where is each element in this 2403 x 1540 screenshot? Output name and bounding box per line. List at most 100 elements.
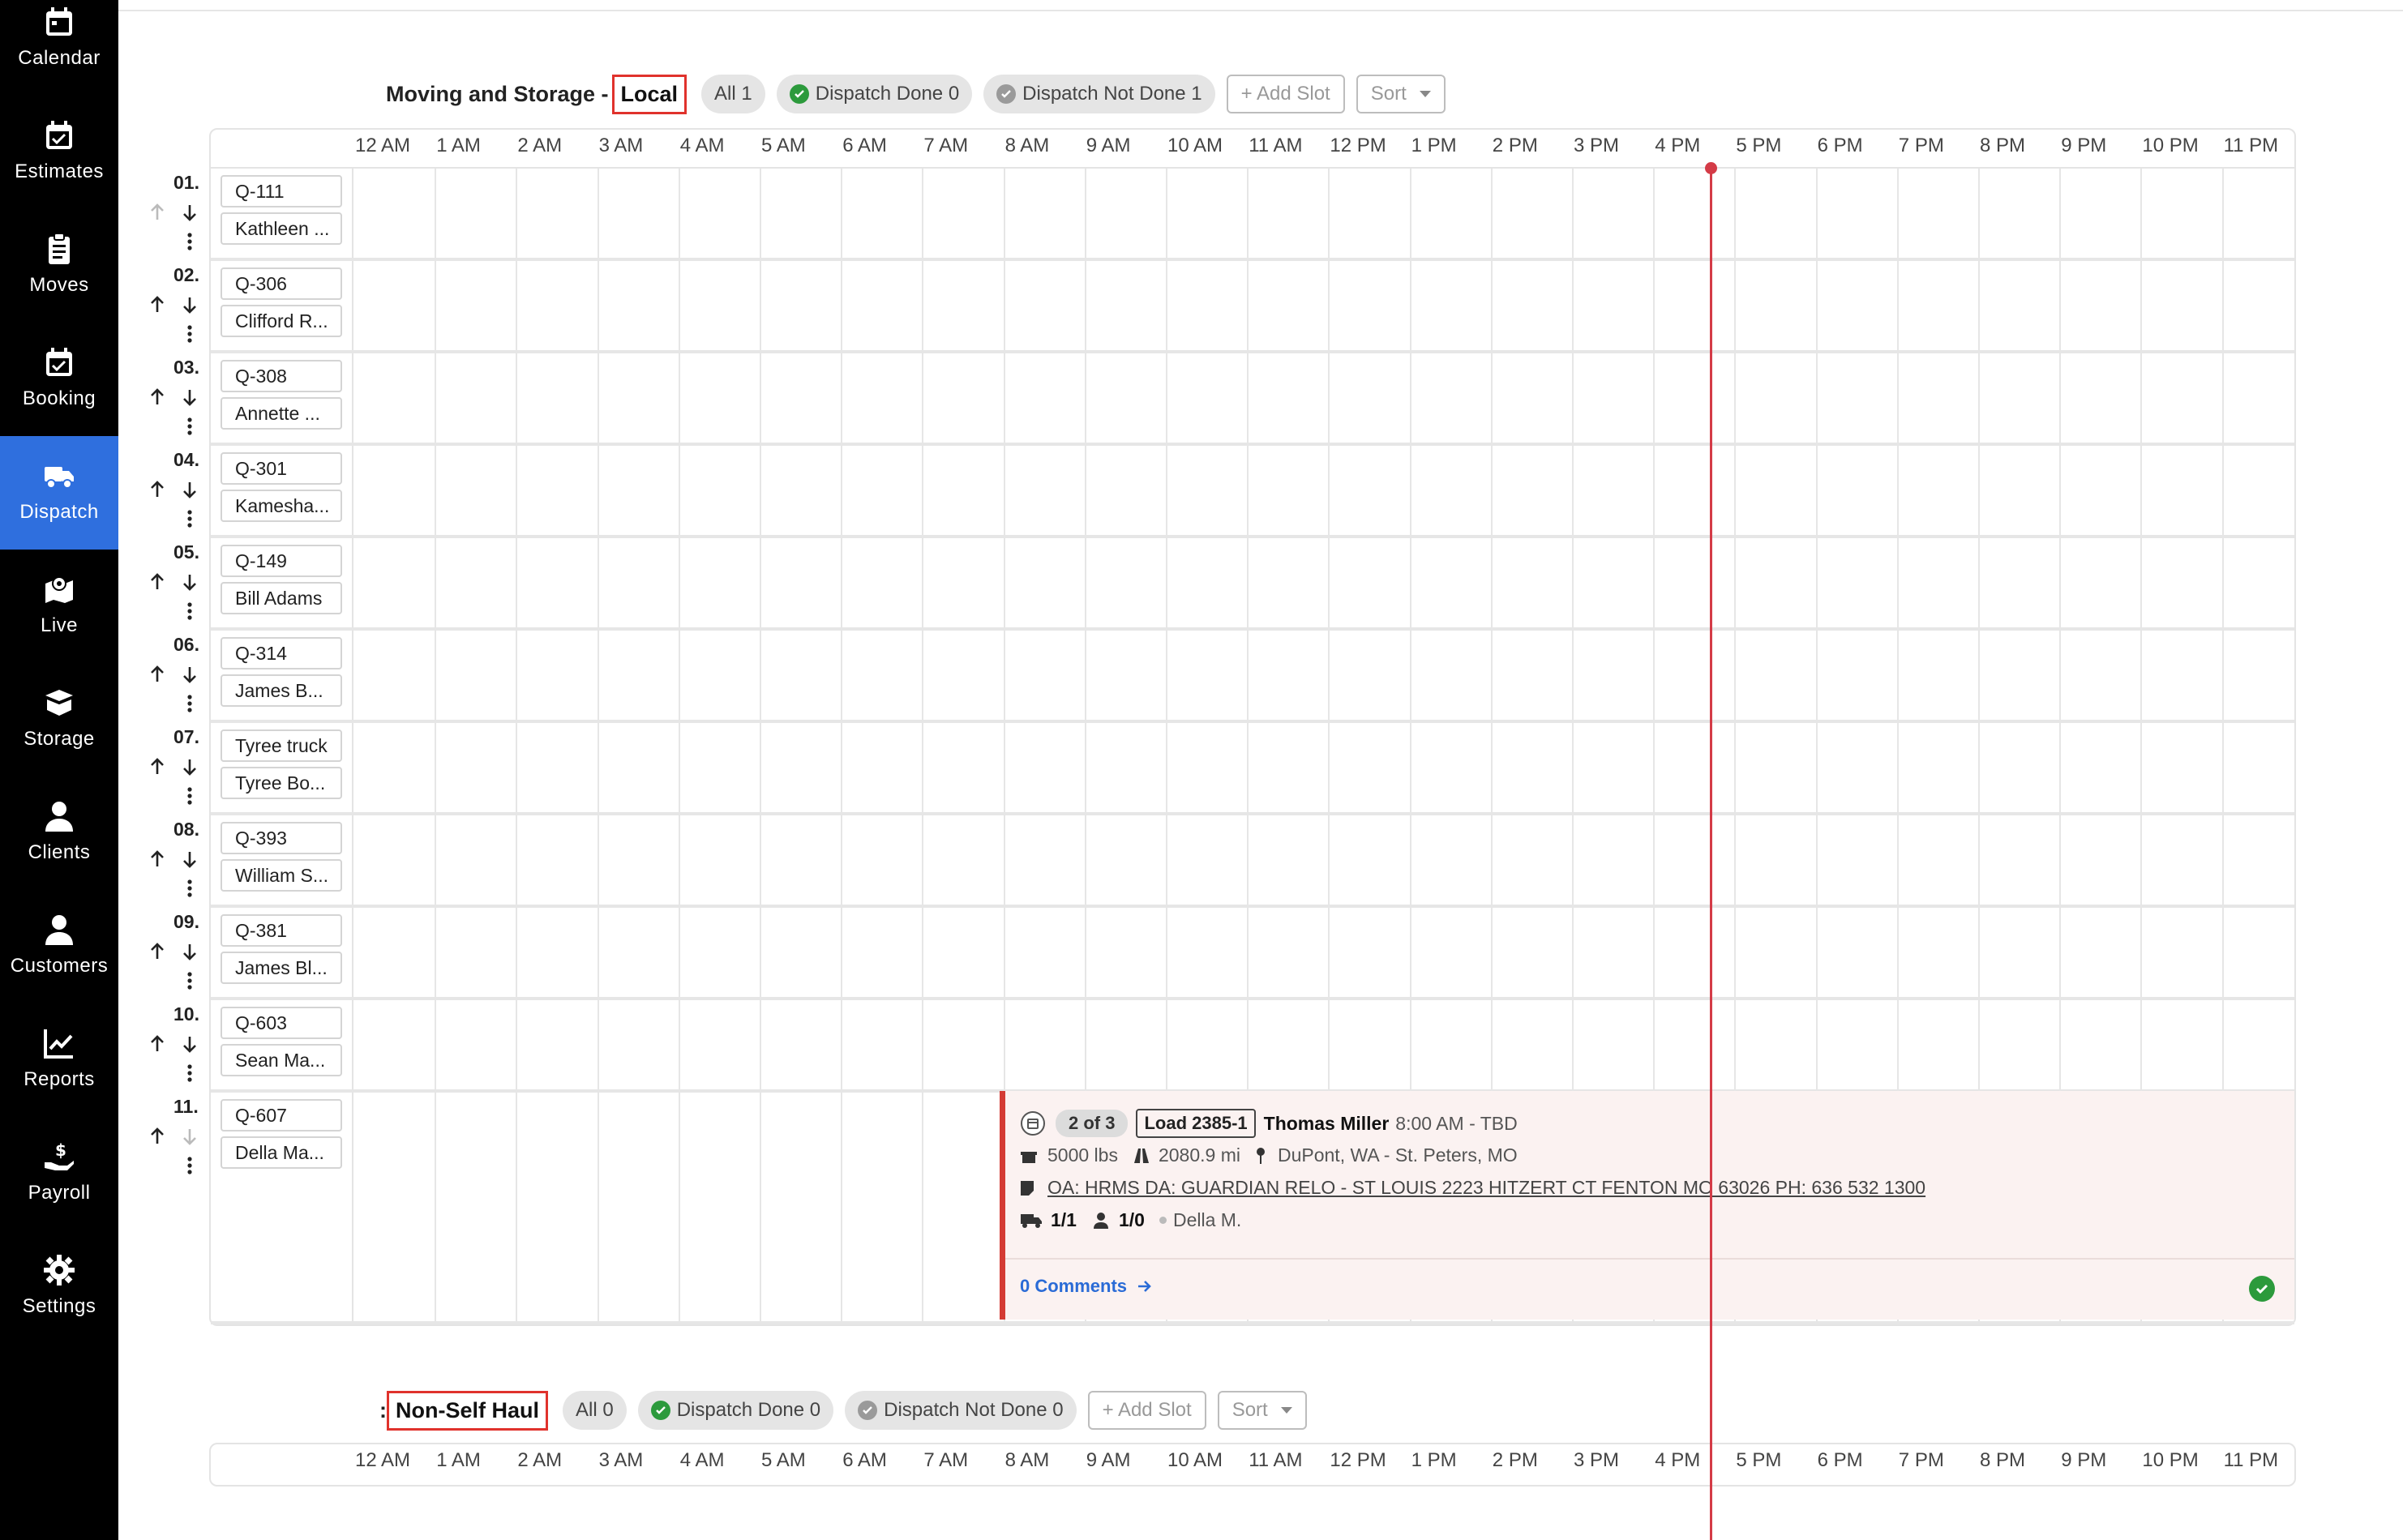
dispatch-done-check-icon[interactable]	[2249, 1276, 2275, 1302]
nav-item-clients[interactable]: Clients	[0, 776, 118, 890]
crew-tag[interactable]: Bill Adams	[221, 582, 342, 614]
load-number[interactable]: Load 2385-1	[1136, 1109, 1256, 1138]
move-down-icon[interactable]	[178, 293, 201, 316]
truck-tag[interactable]: Q-381	[221, 914, 342, 947]
nav-item-booking[interactable]: Booking	[0, 323, 118, 436]
move-up-icon[interactable]	[146, 755, 169, 778]
crew-tag[interactable]: Kathleen ...	[221, 212, 342, 245]
add-slot-button[interactable]: + Add Slot	[1226, 75, 1345, 113]
more-options-icon[interactable]	[178, 877, 201, 900]
filter-dispatch-not-done-chip[interactable]: Dispatch Not Done 1	[983, 75, 1215, 113]
truck-tag[interactable]: Q-393	[221, 822, 342, 854]
hour-gridline	[1815, 908, 1818, 997]
truck-tag[interactable]: Q-607	[221, 1099, 342, 1131]
hour-gridline	[1653, 631, 1656, 720]
job-note[interactable]: OA: HRMS DA: GUARDIAN RELO - ST LOUIS 22…	[1047, 1177, 1925, 1199]
sort-dropdown[interactable]: Sort	[1356, 75, 1446, 113]
current-time-line	[1710, 167, 1712, 1540]
nav-item-moves[interactable]: Moves	[0, 209, 118, 323]
more-options-icon[interactable]	[178, 323, 201, 345]
more-options-icon[interactable]	[178, 507, 201, 530]
hour-gridline	[2059, 538, 2062, 627]
more-options-icon[interactable]	[178, 1154, 201, 1177]
move-up-icon[interactable]	[146, 1125, 169, 1148]
nav-label: Booking	[22, 387, 96, 409]
more-options-icon[interactable]	[178, 969, 201, 992]
nav-item-payroll[interactable]: $ Payroll	[0, 1117, 118, 1230]
truck-tag[interactable]: Q-149	[221, 545, 342, 577]
hour-gridline	[760, 723, 761, 812]
top-border	[118, 0, 2403, 11]
more-options-icon[interactable]	[178, 785, 201, 807]
truck-tag[interactable]: Q-301	[221, 452, 342, 485]
nav-item-settings[interactable]: Settings	[0, 1230, 118, 1344]
move-down-icon[interactable]	[178, 940, 201, 963]
move-down-icon	[178, 1125, 201, 1148]
filter-all-chip[interactable]: All 0	[563, 1391, 627, 1430]
more-options-icon[interactable]	[178, 230, 201, 253]
move-down-icon[interactable]	[178, 571, 201, 593]
truck-tag[interactable]: Q-306	[221, 267, 342, 300]
hour-gridline	[597, 446, 599, 535]
hour-gridline	[1490, 908, 1493, 997]
filter-dispatch-not-done-chip[interactable]: Dispatch Not Done 0	[845, 1391, 1077, 1430]
filter-dispatch-done-chip[interactable]: Dispatch Done 0	[776, 75, 973, 113]
move-down-icon[interactable]	[178, 386, 201, 409]
hour-gridline	[1490, 353, 1493, 443]
filter-dispatch-done-chip[interactable]: Dispatch Done 0	[637, 1391, 834, 1430]
crew-tag[interactable]: Annette ...	[221, 397, 342, 430]
crew-tag[interactable]: Kamesha...	[221, 490, 342, 522]
more-options-icon[interactable]	[178, 1062, 201, 1084]
hour-gridline	[1166, 1000, 1167, 1089]
crew-tag[interactable]: Tyree Bo...	[221, 767, 342, 799]
truck-tag[interactable]: Q-603	[221, 1007, 342, 1039]
crew-tag[interactable]: James Bl...	[221, 952, 342, 984]
more-options-icon[interactable]	[178, 692, 201, 715]
nav-item-live[interactable]: Live	[0, 550, 118, 663]
truck-tag[interactable]: Q-308	[221, 360, 342, 392]
slot-info: Q-308 Annette ...	[211, 353, 353, 443]
move-up-icon[interactable]	[146, 663, 169, 686]
more-options-icon[interactable]	[178, 600, 201, 622]
add-slot-button[interactable]: + Add Slot	[1087, 1391, 1206, 1430]
move-down-icon[interactable]	[178, 848, 201, 871]
hour-gridline	[2140, 1000, 2143, 1089]
move-up-icon[interactable]	[146, 940, 169, 963]
truck-tag[interactable]: Q-111	[221, 175, 342, 207]
nav-item-customers[interactable]: Customers	[0, 890, 118, 1003]
road-icon	[1133, 1148, 1149, 1163]
crew-tag[interactable]: William S...	[221, 859, 342, 892]
nav-item-dispatch[interactable]: Dispatch	[0, 436, 118, 550]
hour-label: 3 PM	[1574, 135, 1620, 156]
move-down-icon[interactable]	[178, 201, 201, 224]
crew-tag[interactable]: Sean Ma...	[221, 1044, 342, 1076]
job-card[interactable]: 2 of 3 Load 2385-1 Thomas Miller 8:00 AM…	[1000, 1091, 2294, 1320]
crew-tag[interactable]: Della Ma...	[221, 1136, 342, 1169]
move-up-icon[interactable]	[146, 478, 169, 501]
comments-link[interactable]: 0 Comments	[1020, 1276, 1153, 1297]
move-down-icon[interactable]	[178, 755, 201, 778]
move-up-icon[interactable]	[146, 293, 169, 316]
move-down-icon[interactable]	[178, 478, 201, 501]
job-count-badge: 2 of 3	[1056, 1110, 1129, 1137]
truck-tag[interactable]: Q-314	[221, 637, 342, 669]
row-number: 02.	[173, 264, 199, 285]
nav-item-estimates[interactable]: Estimates	[0, 96, 118, 209]
crew-tag[interactable]: Clifford R...	[221, 305, 342, 337]
nav-item-reports[interactable]: Reports	[0, 1003, 118, 1117]
move-up-icon[interactable]	[146, 386, 169, 409]
truck-tag[interactable]: Tyree truck	[221, 729, 342, 762]
filter-all-chip[interactable]: All 1	[701, 75, 765, 113]
sort-dropdown[interactable]: Sort	[1217, 1391, 1307, 1430]
move-up-icon[interactable]	[146, 848, 169, 871]
move-down-icon[interactable]	[178, 663, 201, 686]
more-options-icon[interactable]	[178, 415, 201, 438]
hour-label: 2 AM	[517, 135, 563, 156]
hour-gridline	[2140, 353, 2143, 443]
nav-item-storage[interactable]: Storage	[0, 663, 118, 776]
move-up-icon[interactable]	[146, 571, 169, 593]
crew-tag[interactable]: James B...	[221, 674, 342, 707]
move-down-icon[interactable]	[178, 1033, 201, 1055]
nav-item-calendar[interactable]: Calendar	[0, 0, 118, 96]
move-up-icon[interactable]	[146, 1033, 169, 1055]
